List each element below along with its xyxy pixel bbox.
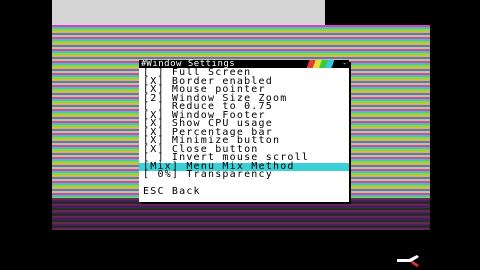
menu-item-transparency[interactable]: [ 0%] Transparency: [139, 170, 349, 180]
minimize-button[interactable]: -: [342, 60, 347, 68]
host-window-area: [52, 0, 325, 25]
dialog-title: Window Settings: [146, 59, 236, 69]
dialog-titlebar: # Window Settings -: [139, 59, 349, 69]
spectrum-stripe-icon: [304, 60, 340, 68]
corner-logo-icon: [397, 255, 419, 267]
esc-back-item[interactable]: ESC Back: [139, 186, 349, 197]
border-stripes-lower: [52, 198, 430, 230]
settings-menu: [ ] Full Screen [X] Border enabled [X] M…: [139, 68, 349, 196]
window-settings-dialog: # Window Settings - [ ] Full Screen [X] …: [139, 60, 349, 202]
